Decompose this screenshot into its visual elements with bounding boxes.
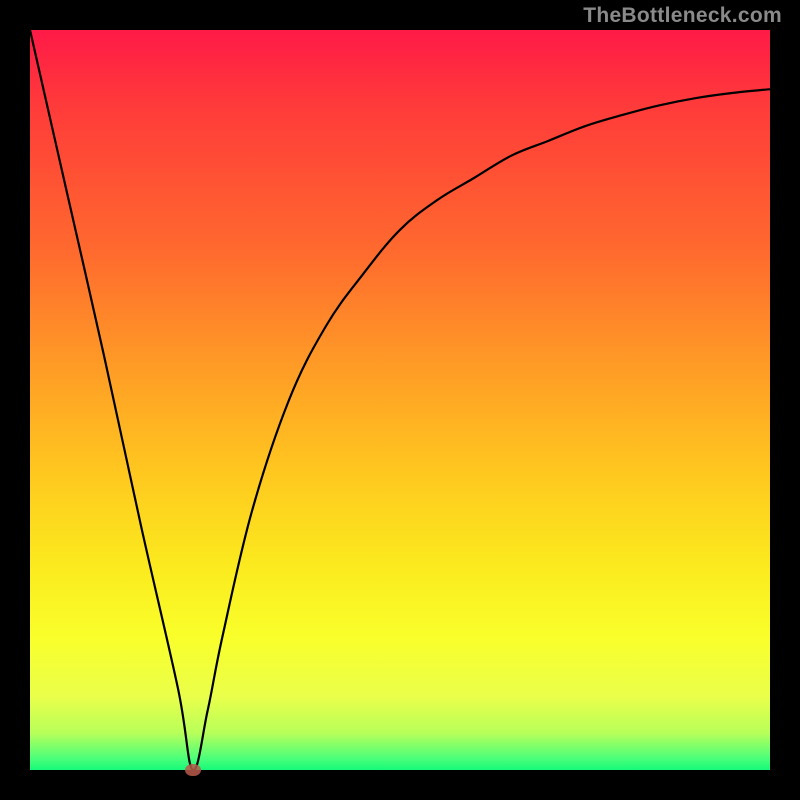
bottleneck-curve: [30, 30, 770, 770]
plot-area: [30, 30, 770, 770]
attribution-text: TheBottleneck.com: [583, 4, 782, 28]
curve-layer: [30, 30, 770, 770]
chart-frame: TheBottleneck.com: [0, 0, 800, 800]
optimal-point-marker: [185, 764, 201, 776]
